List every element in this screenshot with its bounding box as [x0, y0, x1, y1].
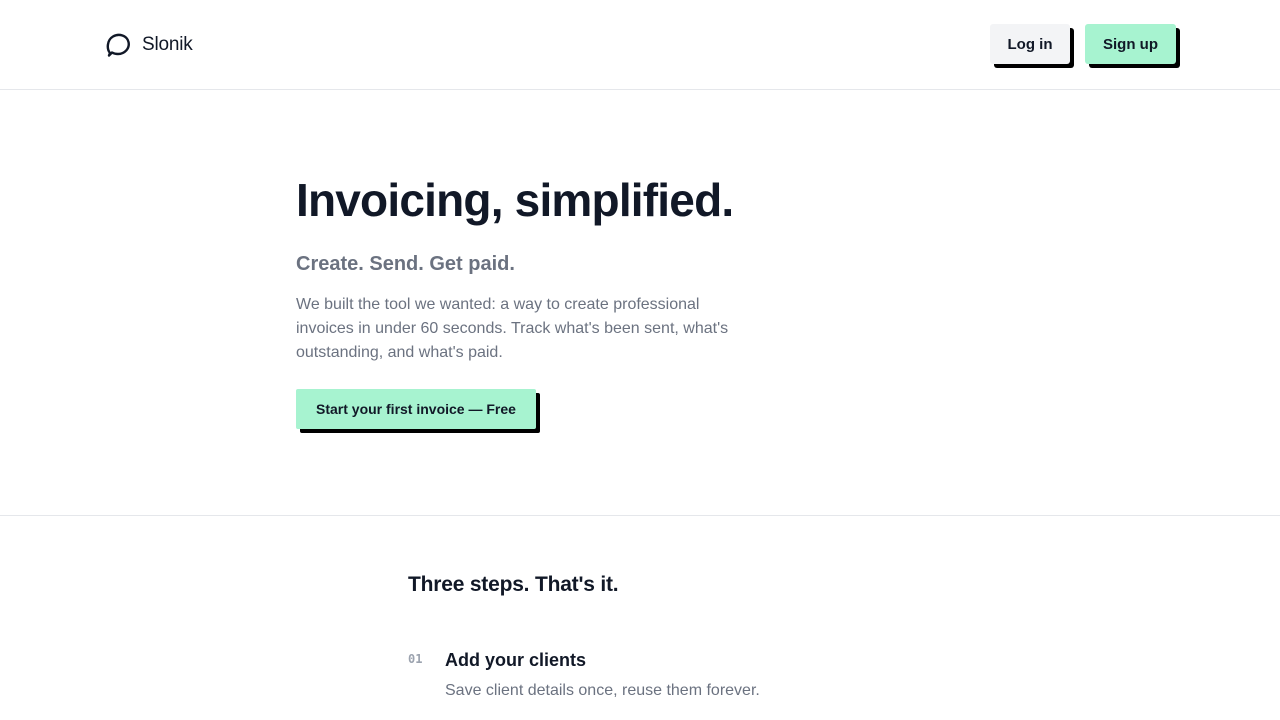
step-description: Save client details once, reuse them for… [445, 682, 760, 699]
speech-bubble-icon [104, 31, 132, 59]
start-invoice-button[interactable]: Start your first invoice — Free [296, 389, 536, 429]
header-actions: Log in Sign up [990, 24, 1176, 64]
hero-description: We built the tool we wanted: a way to cr… [296, 296, 729, 361]
site-header: Slonik Log in Sign up [0, 0, 1280, 90]
steps-section: Three steps. That's it. 01 Add your clie… [0, 516, 1280, 720]
hero-content: Invoicing, simplified. Create. Send. Get… [296, 170, 756, 429]
login-button[interactable]: Log in [990, 24, 1070, 64]
brand-link[interactable]: Slonik [104, 30, 193, 60]
hero-section: Invoicing, simplified. Create. Send. Get… [0, 90, 1280, 516]
brand-name: Slonik [142, 34, 193, 55]
signup-button[interactable]: Sign up [1085, 24, 1176, 64]
hero-subtitle: Create. Send. Get paid. [296, 253, 515, 275]
step-number: 01 [408, 652, 423, 666]
steps-title: Three steps. That's it. [408, 573, 619, 596]
hero-title: Invoicing, simplified. [296, 174, 734, 226]
step-item: 01 Add your clients Save client details … [408, 650, 908, 710]
step-title: Add your clients [445, 650, 587, 670]
